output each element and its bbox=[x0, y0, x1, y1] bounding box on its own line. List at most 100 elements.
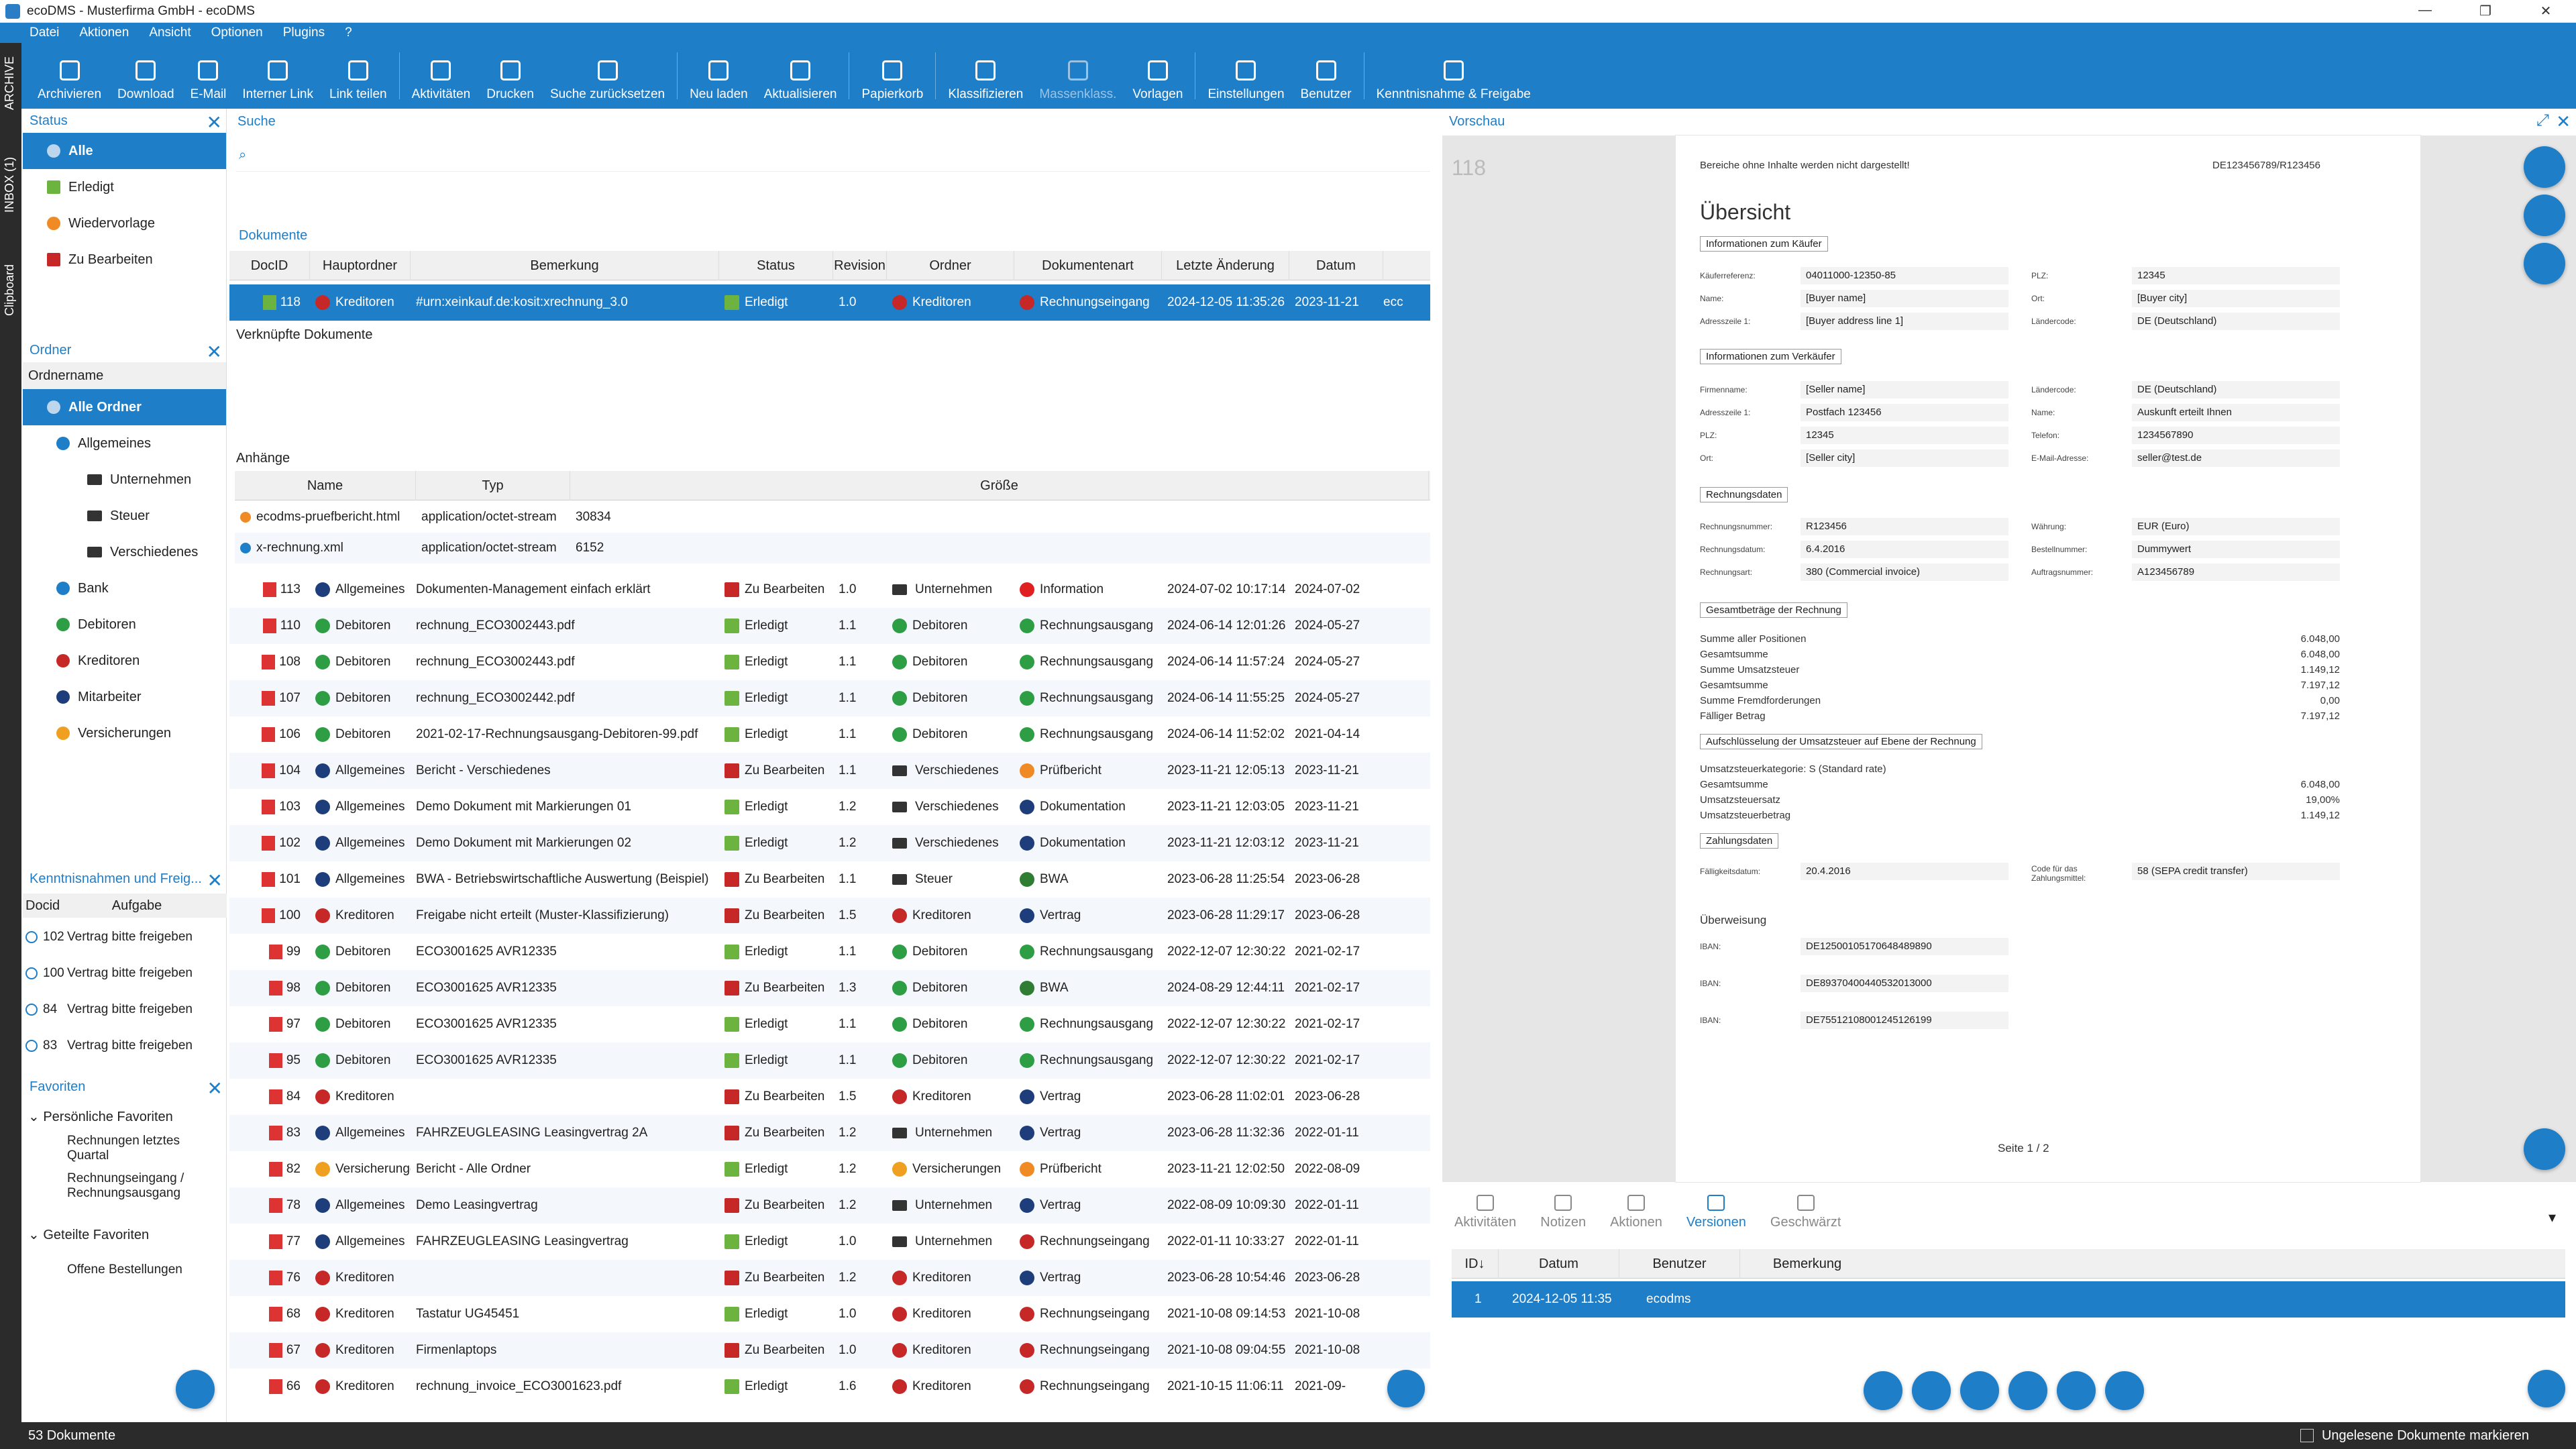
table-row[interactable]: 84 Kreditoren Zu Bearbeiten 1.5 Kreditoren Ve… bbox=[229, 1079, 1430, 1115]
table-row[interactable]: 108 Debitoren rechnung_ECO3002443.pdf Erled… bbox=[229, 644, 1430, 680]
close-button[interactable]: ✕ bbox=[2516, 3, 2576, 19]
folder-item[interactable]: Unternehmen bbox=[23, 462, 226, 498]
favorite-item[interactable]: Offene Bestellungen bbox=[67, 1263, 182, 1277]
folder-item[interactable]: Kreditoren bbox=[23, 643, 226, 679]
link-button[interactable]: Interner Link bbox=[234, 43, 321, 109]
tab-actions[interactable]: Aktionen bbox=[1598, 1195, 1674, 1237]
close-icon[interactable]: ✕ bbox=[2556, 111, 2571, 132]
favorites-shared[interactable]: ⌄ Geteilte Favoriten bbox=[28, 1226, 149, 1243]
status-item-zu-bearbeiten[interactable]: Zu Bearbeiten bbox=[23, 241, 226, 278]
close-icon[interactable]: ✕ bbox=[207, 1077, 223, 1099]
col-header[interactable]: DocID bbox=[229, 250, 310, 280]
attachment-row[interactable]: ecodms-pruefbericht.html application/octe… bbox=[235, 502, 1430, 533]
table-row[interactable]: 67 Kreditoren Firmenlaptops Zu Bearbeiten 1.… bbox=[229, 1332, 1430, 1368]
minimize-button[interactable]: — bbox=[2395, 3, 2455, 19]
unread-toggle[interactable]: Ungelesene Dokumente markieren bbox=[2300, 1428, 2529, 1444]
favorite-item[interactable]: Rechnungseingang / Rechnungsausgang bbox=[67, 1171, 221, 1201]
mail-icon[interactable] bbox=[2008, 1371, 2047, 1410]
approval-row[interactable]: 100 Vertrag bitte freigeben bbox=[23, 955, 227, 991]
close-icon[interactable]: ✕ bbox=[207, 111, 222, 133]
table-row[interactable]: 110 Debitoren rechnung_ECO3002443.pdf Erled… bbox=[229, 608, 1430, 644]
attachment-row[interactable]: x-rechnung.xml application/octet-stream 61… bbox=[235, 533, 1430, 564]
checkbox[interactable] bbox=[2300, 1429, 2314, 1442]
table-row[interactable]: 101 Allgemeines BWA - Betriebswirtschaftli… bbox=[229, 861, 1430, 898]
table-row[interactable]: 77 Allgemeines FAHRZEUGLEASING Leasingvert… bbox=[229, 1224, 1430, 1260]
refresh-button[interactable]: Aktualisieren bbox=[756, 43, 845, 109]
table-row[interactable]: 103 Allgemeines Demo Dokument mit Markieru… bbox=[229, 789, 1430, 825]
favorites-personal[interactable]: ⌄ Persönliche Favoriten bbox=[28, 1108, 173, 1125]
col-header[interactable]: Bemerkung bbox=[411, 250, 719, 280]
close-icon[interactable]: ✕ bbox=[207, 869, 223, 892]
classify-button[interactable]: Klassifizieren bbox=[940, 43, 1031, 109]
edit-icon[interactable] bbox=[2524, 195, 2565, 236]
mass-classify-button[interactable]: Massenklass. bbox=[1031, 43, 1124, 109]
approval-row[interactable]: 84 Vertrag bitte freigeben bbox=[23, 991, 227, 1028]
chevron-down-icon[interactable]: ▾ bbox=[2548, 1209, 2556, 1226]
table-row[interactable]: 78 Allgemeines Demo Leasingvertrag Zu Bearb… bbox=[229, 1187, 1430, 1224]
col-header[interactable]: Datum bbox=[1289, 250, 1383, 280]
layout-icon[interactable] bbox=[2524, 243, 2565, 284]
col-header[interactable]: Revision bbox=[833, 250, 887, 280]
tab-redacted[interactable]: Geschwärzt bbox=[1758, 1195, 1854, 1237]
table-row[interactable]: 76 Kreditoren Zu Bearbeiten 1.2 Kreditoren Ve… bbox=[229, 1260, 1430, 1296]
print-button[interactable]: Drucken bbox=[478, 43, 542, 109]
col-header[interactable]: Letzte Änderung bbox=[1162, 250, 1289, 280]
folder-item[interactable]: Mitarbeiter bbox=[23, 679, 226, 715]
approval-button[interactable]: Kenntnisnahme & Freigabe bbox=[1368, 43, 1539, 109]
table-row[interactable]: 66 Kreditoren rechnung_invoice_ECO3001623.… bbox=[229, 1368, 1430, 1405]
table-row[interactable]: 106 Debitoren 2021-02-17-Rechnungsausgang-… bbox=[229, 716, 1430, 753]
table-row-selected[interactable]: 118 Kreditoren #urn:xeinkauf.de:kosit:xrec… bbox=[229, 284, 1430, 321]
menu-help[interactable]: ? bbox=[345, 25, 352, 40]
table-row[interactable]: 82 Versicherungen Bericht - Alle Ordner Erl… bbox=[229, 1151, 1430, 1187]
favorite-item[interactable]: Rechnungen letztes Quartal bbox=[67, 1134, 221, 1163]
history-button[interactable]: Aktivitäten bbox=[404, 43, 479, 109]
folder-item[interactable]: Alle Ordner bbox=[23, 389, 226, 425]
approval-row[interactable]: 102 Vertrag bitte freigeben bbox=[23, 919, 227, 955]
col-header[interactable]: Dokumentenart bbox=[1014, 250, 1162, 280]
status-item-erledigt[interactable]: Erledigt bbox=[23, 169, 226, 205]
table-row[interactable]: 100 Kreditoren Freigabe nicht erteilt (Mus… bbox=[229, 898, 1430, 934]
col-header[interactable]: Ordner bbox=[887, 250, 1014, 280]
folder-item[interactable]: Bank bbox=[23, 570, 226, 606]
folder-item[interactable]: Versicherungen bbox=[23, 715, 226, 751]
menu-optionen[interactable]: Optionen bbox=[211, 25, 263, 40]
table-row[interactable]: 99 Debitoren ECO3001625 AVR12335 Erledigt 1.… bbox=[229, 934, 1430, 970]
col-header[interactable]: Größe bbox=[570, 470, 1429, 500]
maximize-button[interactable]: ❐ bbox=[2455, 3, 2516, 19]
status-item-alle[interactable]: Alle bbox=[23, 133, 226, 169]
fit-icon[interactable] bbox=[2524, 146, 2565, 188]
settings-button[interactable]: Einstellungen bbox=[1199, 43, 1292, 109]
grid-view-button[interactable] bbox=[1387, 1370, 1425, 1407]
lock-icon[interactable] bbox=[2057, 1371, 2096, 1410]
notes-icon[interactable] bbox=[2524, 1128, 2565, 1170]
add-button[interactable] bbox=[2528, 1370, 2565, 1407]
table-row[interactable]: 107 Debitoren rechnung_ECO3002442.pdf Erled… bbox=[229, 680, 1430, 716]
menu-ansicht[interactable]: Ansicht bbox=[149, 25, 191, 40]
table-row[interactable]: 102 Allgemeines Demo Dokument mit Markieru… bbox=[229, 825, 1430, 861]
folder-item[interactable]: Debitoren bbox=[23, 606, 226, 643]
save-icon[interactable] bbox=[1960, 1371, 1999, 1410]
col-header[interactable]: Hauptordner bbox=[310, 250, 411, 280]
table-row[interactable]: 83 Allgemeines FAHRZEUGLEASING Leasingvert… bbox=[229, 1115, 1430, 1151]
open-icon[interactable] bbox=[1864, 1371, 1902, 1410]
search-input[interactable]: ⌕ bbox=[236, 142, 1430, 172]
user-button[interactable]: Benutzer bbox=[1293, 43, 1360, 109]
col-header[interactable]: Typ bbox=[416, 470, 570, 500]
menu-plugins[interactable]: Plugins bbox=[283, 25, 325, 40]
copy-icon[interactable] bbox=[1912, 1371, 1951, 1410]
tab-notes[interactable]: Notizen bbox=[1528, 1195, 1598, 1237]
table-row[interactable]: 97 Debitoren ECO3001625 AVR12335 Erledigt 1.… bbox=[229, 1006, 1430, 1042]
version-row[interactable]: 1 2024-12-05 11:35 ecodms bbox=[1452, 1281, 2565, 1318]
folder-item[interactable]: Allgemeines bbox=[23, 425, 226, 462]
folder-item[interactable]: Verschiedenes bbox=[23, 534, 226, 570]
template-button[interactable]: Vorlagen bbox=[1124, 43, 1191, 109]
table-row[interactable]: 104 Allgemeines Bericht - Verschiedenes Zu … bbox=[229, 753, 1430, 789]
tab-inbox[interactable]: INBOX (1) bbox=[3, 157, 17, 213]
table-row[interactable]: 68 Kreditoren Tastatur UG45451 Erledigt 1.0 K… bbox=[229, 1296, 1430, 1332]
trash-button[interactable]: Papierkorb bbox=[853, 43, 931, 109]
approval-row[interactable]: 83 Vertrag bitte freigeben bbox=[23, 1028, 227, 1064]
tab-archive[interactable]: ARCHIVE bbox=[3, 56, 17, 110]
menu-aktionen[interactable]: Aktionen bbox=[79, 25, 129, 40]
table-row[interactable]: 113 Allgemeines Dokumenten-Management einf… bbox=[229, 572, 1430, 608]
tab-versions[interactable]: Versionen bbox=[1674, 1195, 1758, 1237]
